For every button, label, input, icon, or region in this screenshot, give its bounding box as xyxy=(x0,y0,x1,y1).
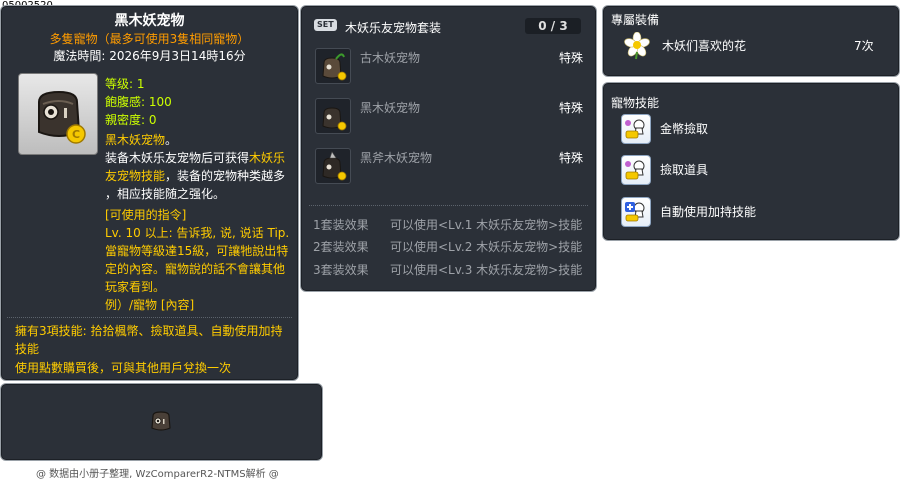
set-effect-label-2: 2套装效果 xyxy=(313,240,369,254)
exclusive-item-count: 7次 xyxy=(854,39,874,53)
footer-credit: @ 数据由小册子整理, WzComparerR2-NTMS解析 @ xyxy=(36,469,279,480)
set-item-tag-2: 特殊 xyxy=(559,101,584,115)
set-effect-label-1: 1套装效果 xyxy=(313,218,369,232)
set-effect-text-1: 可以使用<Lv.1 木妖乐友宠物>技能 xyxy=(390,218,583,232)
divider xyxy=(7,317,292,318)
ancient-wood-pet-icon xyxy=(322,53,347,81)
pet-skills-panel: 寵物技能 金幣撿取 撿取道具 自動使用加持技能 xyxy=(602,82,900,241)
skills-note: 擁有3項技能: 拾拾楓幣、撿取道具、自動使用加持技能 xyxy=(15,324,283,356)
stat-closeness: 親密度: 0 xyxy=(105,113,157,127)
exclusive-equipment-panel: 專屬裝備 木妖们喜欢的花 7次 xyxy=(602,5,900,77)
black-axe-wood-pet-icon xyxy=(322,151,347,181)
pet-preview-panel xyxy=(0,383,323,461)
skill-icon-3 xyxy=(621,197,651,227)
skill-icon-1 xyxy=(621,114,651,144)
skill-name-3: 自動使用加持技能 xyxy=(660,205,757,219)
set-item-name-3: 黑斧木妖宠物 xyxy=(360,151,433,165)
set-item-icon-3 xyxy=(315,148,351,184)
command-example: 例）/寵物 [內容] xyxy=(105,298,195,312)
svg-text:C: C xyxy=(72,128,80,141)
black-wood-pet-icon xyxy=(322,107,347,131)
set-item-name-1: 古木妖宠物 xyxy=(360,51,421,65)
set-panel: SET 木妖乐友宠物套装 0 / 3 古木妖宠物 特殊 黑木妖宠物 特殊 黑斧木… xyxy=(300,5,597,292)
auto-buff-icon xyxy=(625,202,645,222)
set-divider xyxy=(309,205,588,206)
command-title: [可使用的指令] xyxy=(105,208,187,222)
set-count: 0 / 3 xyxy=(525,18,581,34)
pet-skills-title: 寵物技能 xyxy=(611,96,660,110)
pet-sprite-icon xyxy=(151,411,171,431)
skill-name-2: 撿取道具 xyxy=(660,163,709,177)
trade-note: 使用點數購買後，可與其他用戶兌換一次 xyxy=(15,361,232,375)
set-effect-text-2: 可以使用<Lv.2 木妖乐友宠物>技能 xyxy=(390,240,583,254)
stat-level: 等级: 1 xyxy=(105,77,145,91)
black-wood-pet-icon: C xyxy=(38,90,86,144)
set-item-tag-3: 特殊 xyxy=(559,151,584,165)
set-name: 木妖乐友宠物套装 xyxy=(345,21,442,35)
item-subtitle: 多隻寵物（最多可使用3隻相同寵物） xyxy=(49,32,250,46)
skill-name-1: 金幣撿取 xyxy=(660,122,709,136)
flower-icon xyxy=(624,32,650,60)
set-item-icon-1 xyxy=(315,48,351,84)
exclusive-title: 專屬裝備 xyxy=(611,13,660,27)
command-text: Lv. 10 以上: 告诉我, 说, 说话 Tip. 當寵物等級達15級，可讓牠… xyxy=(105,226,290,294)
magic-time: 魔法時間: 2026年9月3日14時16分 xyxy=(53,49,246,63)
coin-pickup-icon xyxy=(625,119,645,139)
item-pickup-icon xyxy=(625,160,645,180)
exclusive-item-name: 木妖们喜欢的花 xyxy=(662,39,747,53)
command-section: [可使用的指令] Lv. 10 以上: 告诉我, 说, 说话 Tip. 當寵物等… xyxy=(105,206,295,314)
set-effect-label-3: 3套装效果 xyxy=(313,263,369,277)
stat-fullness: 飽腹感: 100 xyxy=(105,95,172,109)
item-tooltip-panel: 黑木妖宠物 多隻寵物（最多可使用3隻相同寵物） 魔法時間: 2026年9月3日1… xyxy=(0,5,299,381)
set-item-icon-2 xyxy=(315,98,351,134)
set-item-tag-1: 特殊 xyxy=(559,51,584,65)
item-image: C xyxy=(18,73,98,155)
item-description: 黑木妖宠物。 装备木妖乐友宠物后可获得木妖乐 友宠物技能，装备的宠物种类越多 ，… xyxy=(105,133,286,201)
set-item-name-2: 黑木妖宠物 xyxy=(360,101,421,115)
set-badge: SET xyxy=(314,19,337,31)
item-title: 黑木妖宠物 xyxy=(114,13,185,29)
set-effect-text-3: 可以使用<Lv.3 木妖乐友宠物>技能 xyxy=(390,263,583,277)
skill-icon-2 xyxy=(621,155,651,185)
